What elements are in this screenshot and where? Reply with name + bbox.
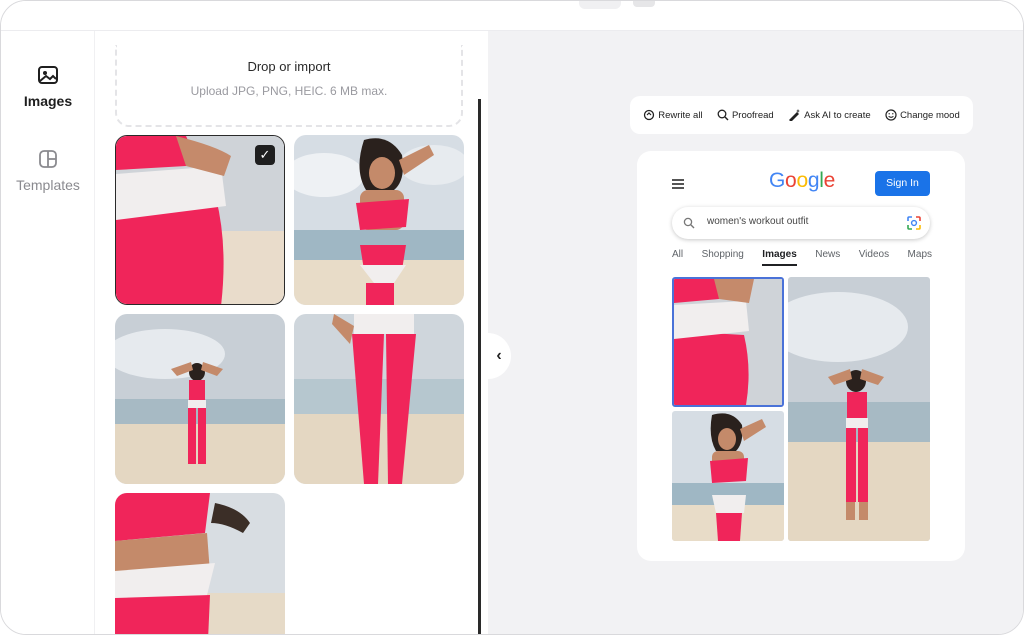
gallery-scrollbar[interactable] (478, 99, 481, 634)
upload-subtitle: Upload JPG, PNG, HEIC. 6 MB max. (190, 84, 388, 98)
app-window: Images Templates Drop or import Upload J… (0, 0, 1024, 635)
photo-back-view (115, 314, 285, 484)
ai-toolbar: Rewrite all Proofread Ask AI to create C… (630, 96, 973, 134)
tab-maps[interactable]: Maps (908, 249, 932, 266)
window-handle[interactable] (579, 1, 621, 9)
upload-title: Drop or import (247, 59, 331, 74)
ask-ai-button[interactable]: Ask AI to create (788, 109, 871, 121)
template-icon (39, 150, 57, 168)
tool-label: Ask AI to create (804, 109, 871, 121)
sign-in-button[interactable]: Sign In (875, 171, 930, 196)
search-input[interactable]: women's workout outfit (672, 207, 930, 239)
photo-back-view (788, 277, 930, 541)
rewrite-icon (644, 109, 655, 121)
proofread-icon (717, 109, 729, 121)
smiley-icon (885, 109, 897, 121)
tool-label: Rewrite all (658, 109, 703, 121)
search-tabs: All Shopping Images News Videos Maps (672, 249, 932, 266)
tool-label: Change mood (900, 109, 960, 121)
gallery-image-4[interactable] (294, 314, 464, 484)
rewrite-all-button[interactable]: Rewrite all (643, 109, 703, 121)
tool-label: Proofread (731, 109, 774, 121)
gallery-image-2[interactable] (294, 135, 464, 305)
photo-waist-closeup (115, 493, 285, 634)
gallery-image-1[interactable]: ✓ (115, 135, 285, 305)
gallery-image-5[interactable] (115, 493, 285, 634)
sidebar-item-images[interactable]: Images (1, 63, 95, 111)
google-logo: Google (769, 169, 835, 192)
image-gallery: Drop or import Upload JPG, PNG, HEIC. 6 … (95, 31, 481, 634)
result-image-1[interactable] (672, 277, 784, 407)
result-image-3[interactable] (788, 277, 930, 541)
photo-woman-posing (672, 411, 784, 541)
selected-check-icon[interactable]: ✓ (255, 145, 275, 165)
search-preview-card: Google Sign In women's workout outfit Al… (637, 151, 965, 561)
tab-all[interactable]: All (672, 249, 683, 266)
result-image-2[interactable] (672, 411, 784, 541)
sidebar-item-templates[interactable]: Templates (1, 147, 95, 195)
tab-shopping[interactable]: Shopping (702, 249, 744, 266)
search-query: women's workout outfit (707, 216, 809, 227)
lens-camera-icon[interactable] (907, 216, 921, 230)
sidebar-item-label: Templates (16, 177, 80, 193)
photo-legs (294, 314, 464, 484)
change-mood-button[interactable]: Change mood (885, 109, 960, 121)
proofread-button[interactable]: Proofread (717, 109, 774, 121)
left-rail: Images Templates (1, 31, 95, 634)
search-icon (683, 217, 695, 229)
tab-news[interactable]: News (815, 249, 840, 266)
photo-hips-closeup (674, 279, 782, 405)
image-icon (38, 66, 58, 84)
tab-images[interactable]: Images (762, 249, 797, 266)
top-bar (1, 1, 1023, 31)
upload-dropzone[interactable]: Drop or import Upload JPG, PNG, HEIC. 6 … (115, 45, 463, 127)
tab-videos[interactable]: Videos (859, 249, 889, 266)
window-handle-small[interactable] (633, 1, 655, 7)
sidebar-item-label: Images (23, 93, 73, 109)
photo-woman-posing (294, 135, 464, 305)
gallery-image-3[interactable] (115, 314, 285, 484)
ai-create-icon (789, 109, 801, 121)
hamburger-menu-icon[interactable] (672, 179, 684, 189)
